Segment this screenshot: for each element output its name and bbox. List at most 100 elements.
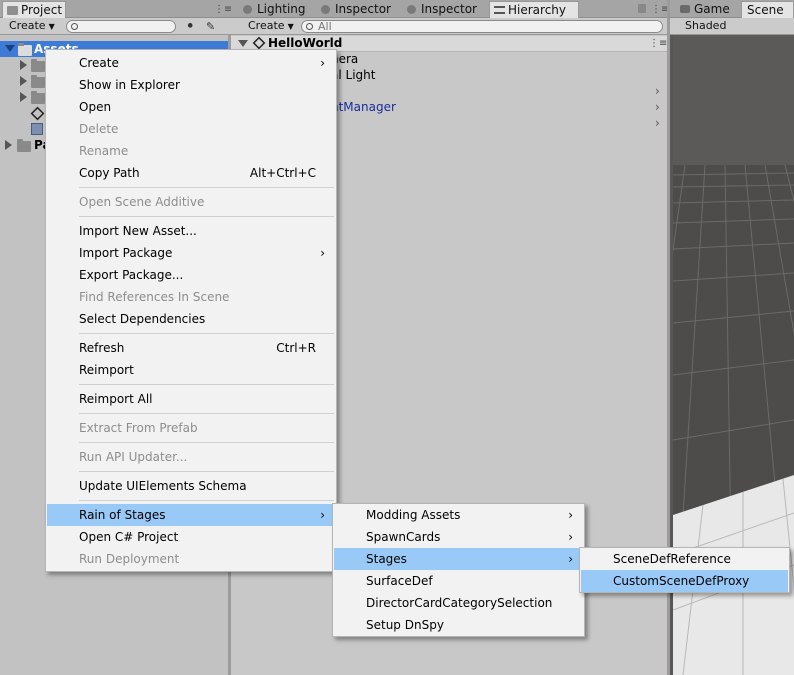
assembly-definition-icon — [31, 123, 43, 135]
menu-item-select-dependencies[interactable]: Select Dependencies — [47, 308, 335, 330]
hierarchy-create-label: Create — [248, 19, 285, 32]
menu-item-delete[interactable]: Delete — [47, 118, 335, 140]
menu-item-label: Rename — [79, 144, 129, 158]
tab-inspector-2-label: Inspector — [421, 2, 477, 16]
menu-item-shortcut: Ctrl+R — [276, 341, 316, 355]
tab-scene[interactable]: Scene — [741, 1, 794, 18]
folder-icon — [31, 75, 45, 88]
shading-mode-dropdown[interactable]: Shaded — [680, 19, 770, 34]
menu-item-modding-assets[interactable]: Modding Assets › — [334, 504, 583, 526]
menu-item-create[interactable]: Create › — [47, 52, 335, 74]
menu-item-export-package[interactable]: Export Package... — [47, 264, 335, 286]
hierarchy-search-input[interactable]: All — [301, 20, 663, 33]
menu-item-find-references-in-scene[interactable]: Find References In Scene — [47, 286, 335, 308]
folder-icon — [18, 43, 32, 56]
menu-item-setup-dnspy[interactable]: Setup DnSpy — [334, 614, 583, 636]
project-menu-icon[interactable]: ⋮≡ — [214, 5, 232, 15]
hierarchy-item-label: al Light — [331, 68, 376, 82]
menu-item-run-deployment[interactable]: Run Deployment — [47, 548, 335, 570]
menu-item-show-in-explorer[interactable]: Show in Explorer — [47, 74, 335, 96]
lighting-icon — [243, 5, 252, 14]
menu-item-spawncards[interactable]: SpawnCards › — [334, 526, 583, 548]
tab-project-label: Project — [21, 3, 63, 17]
tab-hierarchy[interactable]: Hierarchy — [489, 1, 579, 18]
menu-item-surfacedef[interactable]: SurfaceDef — [334, 570, 583, 592]
menu-item-update-uielements-schema[interactable]: Update UIElements Schema — [47, 475, 335, 497]
menu-item-label: Import New Asset... — [79, 224, 197, 238]
tab-inspector-2[interactable]: Inspector — [403, 1, 487, 18]
chevron-right-icon: › — [568, 530, 573, 544]
menu-item-extract-from-prefab[interactable]: Extract From Prefab — [47, 417, 335, 439]
menu-item-label: Modding Assets — [366, 508, 461, 522]
menu-item-label: Reimport — [79, 363, 134, 377]
tab-project[interactable]: Project — [2, 1, 66, 18]
chevron-right-icon: › — [568, 552, 573, 566]
menu-item-label: Extract From Prefab — [79, 421, 198, 435]
menu-item-directorcardcategoryselection[interactable]: DirectorCardCategorySelection — [334, 592, 583, 614]
expand-arrow-icon — [5, 45, 15, 52]
menu-item-label: Open C# Project — [79, 530, 179, 544]
project-search-input[interactable] — [66, 20, 176, 33]
tab-inspector[interactable]: Inspector — [317, 1, 401, 18]
menu-item-label: CustomSceneDefProxy — [613, 574, 750, 588]
menu-item-scenedefreference[interactable]: SceneDefReference — [581, 548, 788, 570]
tab-scene-label: Scene — [747, 3, 784, 17]
menu-item-label: Delete — [79, 122, 119, 136]
packages-row[interactable]: Pa — [0, 137, 51, 153]
menu-item-reimport-all[interactable]: Reimport All — [47, 388, 335, 410]
info-icon — [407, 5, 416, 14]
hierarchy-menu-icon[interactable]: ⋮≡ — [651, 5, 669, 15]
filter-by-type-icon[interactable]: ⚫ — [186, 21, 198, 32]
menu-item-label: Stages — [366, 552, 407, 566]
filter-by-label-icon[interactable]: ✎ — [206, 21, 218, 32]
menu-item-label: Reimport All — [79, 392, 153, 406]
folder-row[interactable] — [0, 89, 50, 105]
tab-hierarchy-label: Hierarchy — [508, 3, 567, 17]
hierarchy-search-placeholder: All — [318, 20, 332, 33]
asmdef-asset-row[interactable] — [0, 121, 50, 137]
expand-arrow-icon — [20, 60, 27, 70]
folder-row[interactable] — [0, 57, 50, 73]
expand-arrow-icon — [20, 76, 27, 86]
tab-lighting-label: Lighting — [257, 2, 306, 16]
folder-icon — [17, 139, 31, 152]
lock-icon[interactable] — [638, 4, 646, 13]
menu-item-rain-of-stages[interactable]: Rain of Stages › — [47, 504, 335, 526]
menu-item-label: Setup DnSpy — [366, 618, 444, 632]
menu-item-label: Import Package — [79, 246, 173, 260]
tab-game-label: Game — [694, 2, 730, 16]
menu-item-reimport[interactable]: Reimport — [47, 359, 335, 381]
menu-item-copy-path[interactable]: Copy Path Alt+Ctrl+C — [47, 162, 335, 184]
menu-item-rename[interactable]: Rename — [47, 140, 335, 162]
tab-game[interactable]: Game — [676, 1, 738, 18]
rain-of-stages-submenu: Modding Assets › SpawnCards › Stages › Surface… — [332, 503, 585, 637]
menu-item-label: Rain of Stages — [79, 508, 166, 522]
menu-item-label: Find References In Scene — [79, 290, 230, 304]
menu-item-run-api-updater[interactable]: Run API Updater... — [47, 446, 335, 468]
tab-lighting[interactable]: Lighting — [239, 1, 313, 18]
menu-separator — [79, 187, 334, 188]
hierarchy-create-button[interactable]: Create ▼ — [243, 19, 297, 34]
menu-separator — [79, 500, 334, 501]
menu-item-label: Open Scene Additive — [79, 195, 205, 209]
menu-item-open-c-project[interactable]: Open C# Project — [47, 526, 335, 548]
unity-scene-icon — [30, 106, 45, 121]
expand-arrow-icon — [5, 140, 12, 150]
menu-item-stages[interactable]: Stages › — [334, 548, 583, 570]
menu-item-customscenedefproxy[interactable]: CustomSceneDefProxy — [581, 570, 788, 592]
hierarchy-tabbar: Lighting Inspector Inspector Hierarchy ⋮… — [231, 0, 670, 18]
menu-item-label: Refresh — [79, 341, 125, 355]
hierarchy-icon — [494, 6, 505, 14]
scene-asset-row[interactable] — [0, 105, 50, 121]
folder-row[interactable] — [0, 73, 50, 89]
menu-item-refresh[interactable]: Refresh Ctrl+R — [47, 337, 335, 359]
menu-item-open-scene-additive[interactable]: Open Scene Additive — [47, 191, 335, 213]
menu-item-label: Run API Updater... — [79, 450, 188, 464]
menu-item-open[interactable]: Open — [47, 96, 335, 118]
menu-item-label: Open — [79, 100, 112, 114]
menu-item-import-new-asset[interactable]: Import New Asset... — [47, 220, 335, 242]
project-create-button[interactable]: Create ▼ — [4, 19, 58, 34]
scene-menu-icon[interactable]: ⋮≡ — [649, 39, 667, 49]
menu-item-import-package[interactable]: Import Package › — [47, 242, 335, 264]
chevron-right-icon: › — [320, 508, 325, 522]
